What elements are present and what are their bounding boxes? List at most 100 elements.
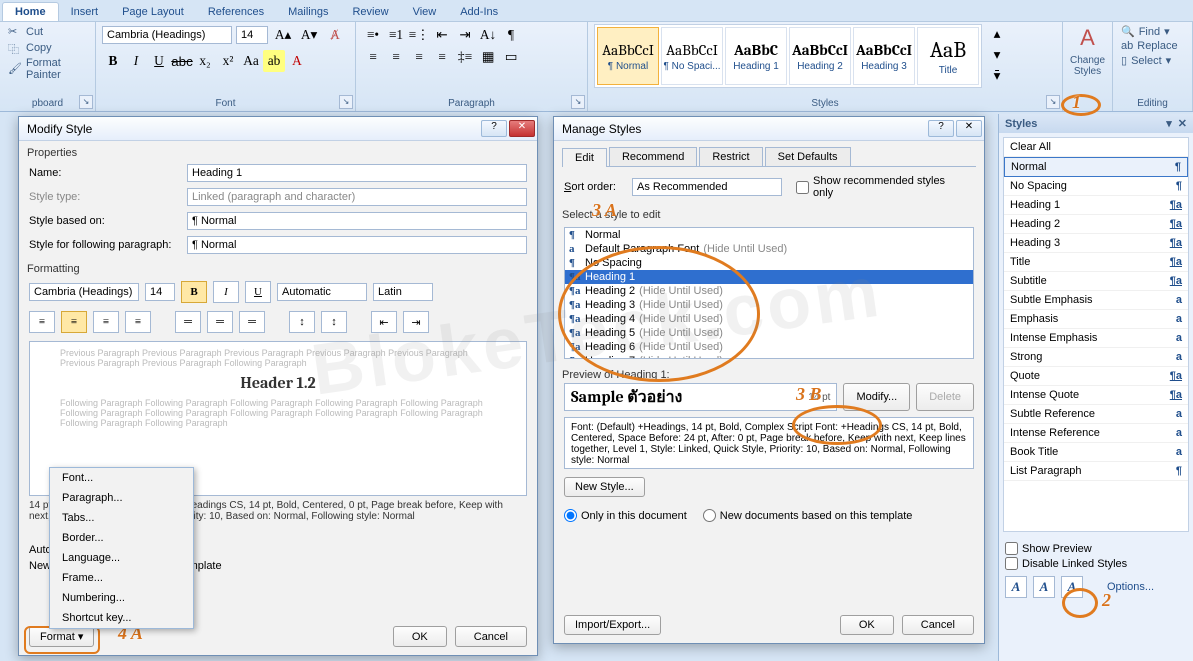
menu-border[interactable]: Border... <box>50 528 193 548</box>
tab-addins[interactable]: Add-Ins <box>448 3 510 21</box>
tab-edit[interactable]: Edit <box>562 148 607 167</box>
spacing-1-toggle[interactable]: ═ <box>175 311 201 333</box>
only-this-doc-radio[interactable]: Only in this document <box>564 509 687 522</box>
new-style-button[interactable]: New Style... <box>564 477 645 497</box>
help-button[interactable]: ? <box>481 120 507 137</box>
space-after-toggle[interactable]: ↕ <box>321 311 347 333</box>
space-before-toggle[interactable]: ↕ <box>289 311 315 333</box>
menu-shortcut[interactable]: Shortcut key... <box>50 608 193 628</box>
menu-font[interactable]: Font... <box>50 468 193 488</box>
fmt-script-dropdown[interactable]: Latin <box>373 283 433 301</box>
highlight-button[interactable]: ab <box>263 50 285 72</box>
pane-style-row[interactable]: Quote¶a <box>1004 367 1188 386</box>
style-list-row[interactable]: ¶Normal <box>565 228 973 242</box>
paragraph-dialog-launcher[interactable]: ↘ <box>571 95 585 109</box>
modify-style-button[interactable]: Modify... <box>843 383 910 411</box>
menu-numbering[interactable]: Numbering... <box>50 588 193 608</box>
indent-right-toggle[interactable]: ⇥ <box>403 311 429 333</box>
modify-ok-button[interactable]: OK <box>393 626 447 647</box>
select-button[interactable]: ▯Select ▾ <box>1119 53 1186 68</box>
styles-pane-header[interactable]: Styles ▾✕ <box>999 114 1193 133</box>
import-export-button[interactable]: Import/Export... <box>564 615 661 635</box>
fmt-font-dropdown[interactable]: Cambria (Headings) <box>29 283 139 301</box>
style-heading-1[interactable]: AaBbCHeading 1 <box>725 27 787 85</box>
pane-style-row[interactable]: Subtle Emphasisa <box>1004 291 1188 310</box>
close-button[interactable]: ✕ <box>956 120 982 137</box>
styles-dialog-launcher[interactable]: ↘ <box>1046 95 1060 109</box>
strike-button[interactable]: abc <box>171 50 193 72</box>
justify-button[interactable]: ≡ <box>431 46 453 68</box>
align-left-button[interactable]: ≡ <box>362 46 384 68</box>
tab-recommend[interactable]: Recommend <box>609 147 697 166</box>
tab-insert[interactable]: Insert <box>59 3 111 21</box>
style-list-row[interactable]: ¶aHeading 5 (Hide Until Used) <box>565 326 973 340</box>
tab-page-layout[interactable]: Page Layout <box>110 3 196 21</box>
numbering-button[interactable]: ≡1 <box>385 24 407 46</box>
style-list-row[interactable]: ¶aHeading 2 (Hide Until Used) <box>565 284 973 298</box>
menu-paragraph[interactable]: Paragraph... <box>50 488 193 508</box>
pane-style-row[interactable]: Intense Referencea <box>1004 424 1188 443</box>
align-left-toggle[interactable]: ≡ <box>29 311 55 333</box>
fmt-underline-button[interactable]: U <box>245 281 271 303</box>
close-button[interactable]: ✕ <box>509 120 535 137</box>
pane-style-row[interactable]: No Spacing¶ <box>1004 177 1188 196</box>
pane-style-row[interactable]: Normal¶ <box>1004 157 1188 177</box>
format-dropdown-button[interactable]: Format ▾ <box>29 626 94 647</box>
spacing-2-toggle[interactable]: ═ <box>239 311 265 333</box>
align-right-toggle[interactable]: ≡ <box>93 311 119 333</box>
style-normal[interactable]: AaBbCcI¶ Normal <box>597 27 659 85</box>
font-dialog-launcher[interactable]: ↘ <box>339 95 353 109</box>
new-style-icon-button[interactable]: A <box>1005 576 1027 598</box>
line-spacing-button[interactable]: ‡≡ <box>454 46 476 68</box>
styles-pane-list[interactable]: Clear All Normal¶No Spacing¶Heading 1¶aH… <box>1003 137 1189 532</box>
cut-button[interactable]: ✂Cut <box>6 24 89 40</box>
following-select[interactable]: ¶ Normal <box>187 236 527 254</box>
clear-all[interactable]: Clear All <box>1004 138 1188 157</box>
gallery-more-button[interactable]: ▾̄ <box>986 66 1008 86</box>
sort-order-select[interactable]: As Recommended <box>632 178 782 196</box>
superscript-button[interactable]: x² <box>217 50 239 72</box>
multilevel-button[interactable]: ≡⋮ <box>408 24 430 46</box>
based-on-select[interactable]: ¶ Normal <box>187 212 527 230</box>
pane-style-row[interactable]: Title¶a <box>1004 253 1188 272</box>
align-center-button[interactable]: ≡ <box>385 46 407 68</box>
modify-cancel-button[interactable]: Cancel <box>455 626 527 647</box>
style-heading-2[interactable]: AaBbCcIHeading 2 <box>789 27 851 85</box>
pane-style-row[interactable]: Intense Emphasisa <box>1004 329 1188 348</box>
pane-style-row[interactable]: Book Titlea <box>1004 443 1188 462</box>
decrease-indent-button[interactable]: ⇤ <box>431 24 453 46</box>
pane-style-row[interactable]: Intense Quote¶a <box>1004 386 1188 405</box>
tab-review[interactable]: Review <box>340 3 400 21</box>
modify-style-titlebar[interactable]: Modify Style ? ✕ <box>19 117 537 141</box>
pane-style-row[interactable]: Heading 2¶a <box>1004 215 1188 234</box>
manage-styles-titlebar[interactable]: Manage Styles ? ✕ <box>554 117 984 141</box>
format-painter-button[interactable]: 🖌Format Painter <box>6 56 89 82</box>
increase-indent-button[interactable]: ⇥ <box>454 24 476 46</box>
menu-tabs[interactable]: Tabs... <box>50 508 193 528</box>
find-button[interactable]: 🔍Find ▾ <box>1119 24 1186 39</box>
spacing-1-5-toggle[interactable]: ═ <box>207 311 233 333</box>
pane-style-row[interactable]: Subtle Referencea <box>1004 405 1188 424</box>
style-heading-3[interactable]: AaBbCcIHeading 3 <box>853 27 915 85</box>
shrink-font-button[interactable]: A▾ <box>298 24 320 46</box>
tab-home[interactable]: Home <box>2 2 59 21</box>
font-name-dropdown[interactable]: Cambria (Headings) <box>102 26 232 44</box>
style-list-row[interactable]: ¶aHeading 1 <box>565 270 973 284</box>
align-justify-toggle[interactable]: ≡ <box>125 311 151 333</box>
show-marks-button[interactable]: ¶ <box>500 24 522 46</box>
tab-restrict[interactable]: Restrict <box>699 147 762 166</box>
style-list-row[interactable]: aDefault Paragraph Font (Hide Until Used… <box>565 242 973 256</box>
styles-options-link[interactable]: Options... <box>1107 581 1154 593</box>
pane-style-row[interactable]: Heading 3¶a <box>1004 234 1188 253</box>
shading-button[interactable]: ▦ <box>477 46 499 68</box>
help-button[interactable]: ? <box>928 120 954 137</box>
fmt-bold-button[interactable]: B <box>181 281 207 303</box>
pane-close-icon[interactable]: ✕ <box>1178 117 1187 130</box>
gallery-up-button[interactable]: ▴ <box>986 24 1008 44</box>
clipboard-dialog-launcher[interactable]: ↘ <box>79 95 93 109</box>
style-list-row[interactable]: ¶aHeading 3 (Hide Until Used) <box>565 298 973 312</box>
style-list-row[interactable]: ¶aHeading 6 (Hide Until Used) <box>565 340 973 354</box>
subscript-button[interactable]: x₂ <box>194 50 216 72</box>
style-list-row[interactable]: ¶aHeading 7 (Hide Until Used) <box>565 354 973 359</box>
pane-style-row[interactable]: List Paragraph¶ <box>1004 462 1188 481</box>
